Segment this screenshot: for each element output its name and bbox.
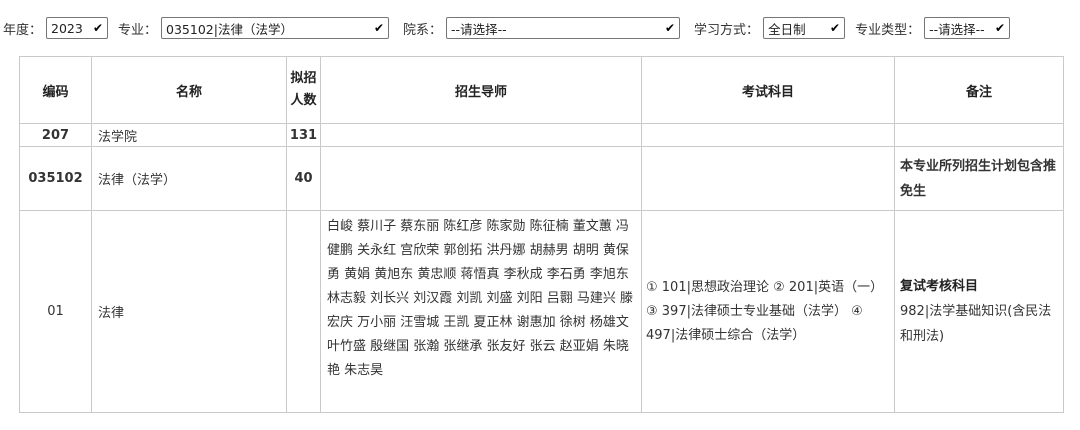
header-quota: 拟招 人数 <box>286 56 321 124</box>
header-quota-line1: 拟招 <box>290 71 317 86</box>
row-note <box>894 123 1064 147</box>
row-mentors <box>320 123 642 147</box>
row-quota: 40 <box>286 146 321 211</box>
chevron-down-icon: ✔ <box>373 21 385 35</box>
filter-bar: 年度： 2023 ✔ 专业： 035102|法律（法学） ✔ 院系： --请选择… <box>3 16 1020 40</box>
type-select[interactable]: --请选择-- ✔ <box>924 17 1011 39</box>
row-name: 法律 <box>91 210 287 413</box>
row-mentors <box>320 146 642 211</box>
row-name: 法律（法学） <box>91 146 287 211</box>
major-select[interactable]: 035102|法律（法学） ✔ <box>161 17 390 39</box>
type-select-value: --请选择-- <box>929 21 985 37</box>
header-code: 编码 <box>19 56 92 124</box>
header-mentors: 招生导师 <box>320 56 642 124</box>
chevron-down-icon: ✔ <box>995 21 1006 35</box>
major-label: 专业： <box>118 22 158 38</box>
dept-select[interactable]: --请选择-- ✔ <box>446 17 681 39</box>
table-row: 207 法学院 131 <box>19 123 1064 147</box>
dept-select-value: --请选择-- <box>451 21 507 37</box>
mode-label: 学习方式： <box>694 22 760 38</box>
header-note: 备注 <box>894 56 1064 124</box>
table-header-row: 编码 名称 拟招 人数 招生导师 考试科目 备注 <box>19 56 1064 124</box>
dept-label: 院系： <box>403 22 443 38</box>
row-note: 复试考核科目 982|法学基础知识(含民法和刑法) <box>894 210 1064 413</box>
table-row: 035102 法律（法学） 40 本专业所列招生计划包含推免生 <box>19 146 1064 211</box>
note-title: 复试考核科目 <box>900 279 979 294</box>
header-name: 名称 <box>91 56 287 124</box>
row-exam <box>641 146 895 211</box>
header-quota-line2: 人数 <box>290 93 317 108</box>
year-label: 年度： <box>3 22 43 38</box>
row-quota <box>286 210 321 413</box>
note-body: 982|法学基础知识(含民法和刑法) <box>900 304 1052 344</box>
mode-select-value: 全日制 <box>768 21 806 37</box>
chevron-down-icon: ✔ <box>830 21 841 35</box>
row-name: 法学院 <box>91 123 287 147</box>
row-quota: 131 <box>286 123 321 147</box>
row-exam <box>641 123 895 147</box>
enrollment-table: 编码 名称 拟招 人数 招生导师 考试科目 备注 207 法学院 131 035… <box>19 56 1064 413</box>
row-exam: ① 101|思想政治理论 ② 201|英语（一） ③ 397|法律硕士专业基础（… <box>641 210 895 413</box>
chevron-down-icon: ✔ <box>92 21 104 35</box>
type-label: 专业类型： <box>855 22 921 38</box>
row-mentors: 白峻 蔡川子 蔡东丽 陈红彦 陈家勋 陈征楠 董文蕙 冯健鹏 关永红 宫欣荣 郭… <box>320 210 642 413</box>
year-select[interactable]: 2023 ✔ <box>46 17 109 39</box>
major-select-value: 035102|法律（法学） <box>166 21 293 37</box>
mode-select[interactable]: 全日制 ✔ <box>763 17 846 39</box>
table-row: 01 法律 白峻 蔡川子 蔡东丽 陈红彦 陈家勋 陈征楠 董文蕙 冯健鹏 关永红… <box>19 210 1064 413</box>
year-select-value: 2023 <box>51 20 83 36</box>
row-code: 035102 <box>19 146 92 211</box>
row-note: 本专业所列招生计划包含推免生 <box>894 146 1064 211</box>
header-exam: 考试科目 <box>641 56 895 124</box>
row-code: 01 <box>19 210 92 413</box>
row-code: 207 <box>19 123 92 147</box>
chevron-down-icon: ✔ <box>664 21 676 35</box>
